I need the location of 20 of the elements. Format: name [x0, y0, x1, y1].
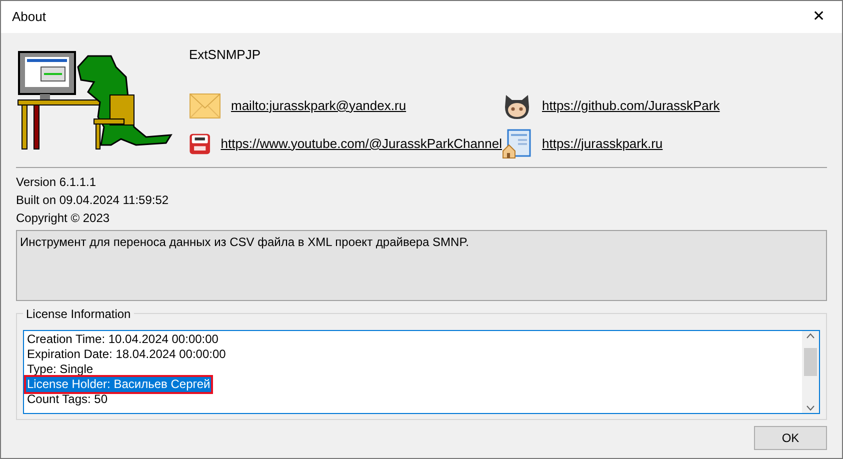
info-text: Version 6.1.1.1 [16, 174, 98, 190]
description-box: Инструмент для переноса данных из CSV файла в XML проект драйвера SMNP. [16, 230, 827, 300]
ok-button[interactable]: OK [754, 426, 827, 450]
envelope-icon [189, 92, 221, 118]
scrollbar-thumb[interactable] [804, 348, 817, 376]
link[interactable]: https://jurasskpark.ru [542, 134, 663, 154]
license-line[interactable]: Type: Single [26, 362, 94, 376]
close-button[interactable]: ✕ [796, 1, 842, 33]
license-line[interactable]: Count Tags: 50 [26, 392, 109, 406]
link[interactable]: https://www.youtube.com/@JurasskParkChannel [220, 134, 502, 154]
window-title: About [12, 8, 46, 26]
info-text: Built on 09.04.2024 11:59:52 [16, 192, 170, 208]
link[interactable]: https://github.com/JurasskPark [542, 96, 720, 116]
app-name: ExtSNMPJP [189, 46, 262, 64]
link[interactable]: mailto:jurasskpark@yandex.ru [231, 96, 406, 116]
scrollbar[interactable] [802, 330, 819, 412]
license-line[interactable]: Creation Time: 10.04.2024 00:00:00 [26, 332, 220, 346]
web-page-icon [502, 128, 532, 158]
info-text: Copyright © 2023 [16, 210, 111, 226]
license-line[interactable]: Expiration Date: 18.04.2024 00:00:00 [26, 346, 227, 362]
